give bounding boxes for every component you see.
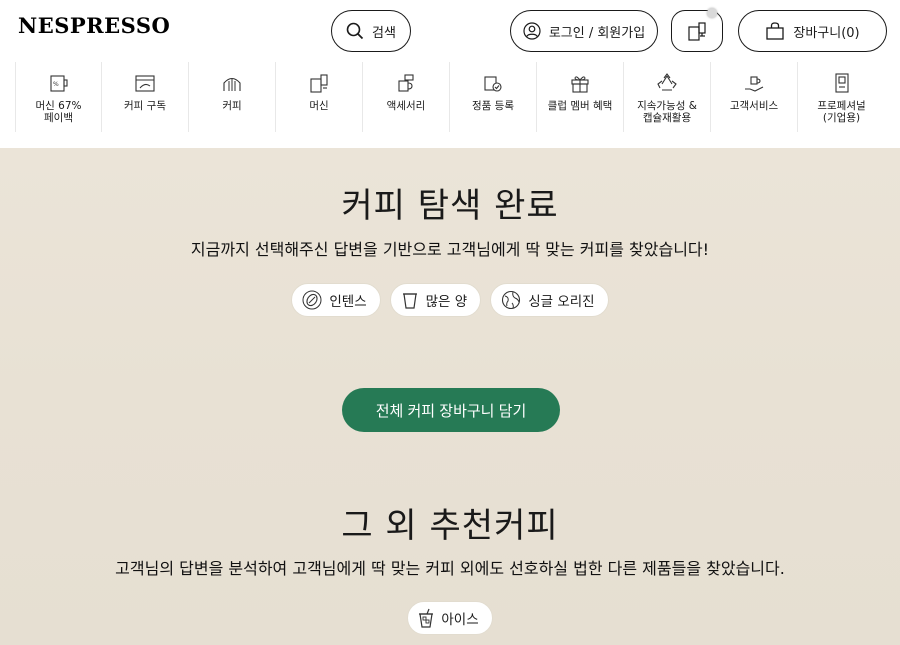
professional-icon xyxy=(834,73,849,93)
add-all-coffee-to-cart-button[interactable]: 전체 커피 장바구니 담기 xyxy=(342,388,560,432)
nav-label: 클럽 멤버 혜택 xyxy=(547,100,613,112)
gift-icon xyxy=(571,76,589,93)
other-recommendations-title: 그 외 추천커피 xyxy=(341,506,559,546)
coffee-bean-icon xyxy=(302,290,322,310)
site-header: NESPRESSO 검색 로그인 / 회원가입 장바구니(0) xyxy=(0,0,900,62)
accessories-icon xyxy=(398,74,414,92)
tag-label: 아이스 xyxy=(441,612,479,628)
tag-label: 싱글 오리진 xyxy=(528,294,595,310)
result-subtitle: 지금까지 선택해주신 답변을 기반으로 고객님에게 딱 맞는 커피를 찾았습니다… xyxy=(190,240,710,259)
other-preference-tags: 아이스 xyxy=(0,601,900,635)
search-button[interactable]: 검색 xyxy=(331,10,411,52)
nav-item-machine[interactable]: 머신 xyxy=(276,62,363,132)
svg-text:%: % xyxy=(53,81,59,88)
nav-label: 고객서비스 xyxy=(729,100,779,112)
nav-item-coffee[interactable]: 커피 xyxy=(189,62,276,132)
main-navigation: % 머신 67% 페이백 커피 구독 커피 머신 액세서리 정품 등록 클럽 멤… xyxy=(0,62,900,148)
notification-dot xyxy=(707,8,717,18)
calendar-coffee-icon xyxy=(135,75,155,92)
machine-percent-icon: % xyxy=(49,75,68,92)
nav-item-sustainability[interactable]: 지속가능성 & 캡슐재활용 xyxy=(624,62,711,132)
tag-label: 인텐스 xyxy=(329,294,367,310)
search-icon xyxy=(346,22,364,40)
nav-label: 지속가능성 & 캡슐재활용 xyxy=(637,100,697,124)
tag-single-origin[interactable]: 싱글 오리진 xyxy=(490,283,609,317)
cart-button[interactable]: 장바구니(0) xyxy=(738,10,887,52)
register-machine-icon xyxy=(484,76,502,92)
nav-label: 프로페셔널 (기업용) xyxy=(817,100,866,124)
nav-label: 머신 xyxy=(309,100,329,112)
login-label: 로그인 / 회원가입 xyxy=(548,25,646,41)
nav-item-accessories[interactable]: 액세서리 xyxy=(363,62,450,132)
coffee-result-section: 커피 탐색 완료 지금까지 선택해주신 답변을 기반으로 고객님에게 딱 맞는 … xyxy=(0,148,900,645)
recycle-icon xyxy=(657,73,677,91)
nav-item-coffee-subscription[interactable]: 커피 구독 xyxy=(102,62,189,132)
tag-large-volume[interactable]: 많은 양 xyxy=(389,283,482,317)
nav-item-customer-service[interactable]: 고객서비스 xyxy=(711,62,798,132)
nav-label: 커피 xyxy=(222,100,242,112)
cart-label: 장바구니(0) xyxy=(793,25,860,41)
logo-text: NESPRESSO xyxy=(18,13,171,38)
globe-icon xyxy=(502,290,521,310)
search-label: 검색 xyxy=(372,25,396,41)
nav-item-professional[interactable]: 프로페셔널 (기업용) xyxy=(798,62,885,132)
shopping-bag-icon xyxy=(766,22,785,40)
tag-iced[interactable]: 아이스 xyxy=(407,601,493,635)
nespresso-logo[interactable]: NESPRESSO xyxy=(18,13,170,38)
nav-item-machine-payback[interactable]: % 머신 67% 페이백 xyxy=(15,62,102,132)
nav-label: 커피 구독 xyxy=(124,100,166,112)
coffee-machine-icon xyxy=(688,22,706,41)
customer-service-icon xyxy=(745,76,764,92)
login-button[interactable]: 로그인 / 회원가입 xyxy=(510,10,658,52)
other-recommendations-subtitle: 고객님의 답변을 분석하여 고객님에게 딱 맞는 커피 외에도 선호하실 법한 … xyxy=(115,559,785,578)
nav-item-club-benefits[interactable]: 클럽 멤버 혜택 xyxy=(537,62,624,132)
tag-intense[interactable]: 인텐스 xyxy=(291,283,381,317)
iced-drink-icon xyxy=(419,608,434,628)
nav-label: 액세서리 xyxy=(386,100,426,112)
preference-tags: 인텐스 많은 양 싱글 오리진 xyxy=(0,283,900,317)
result-title: 커피 탐색 완료 xyxy=(341,186,559,226)
tag-label: 많은 양 xyxy=(425,294,468,310)
coffee-capsule-icon xyxy=(223,77,241,91)
coffee-machine-icon xyxy=(310,74,328,93)
cup-icon xyxy=(402,293,417,309)
nav-item-product-registration[interactable]: 정품 등록 xyxy=(450,62,537,132)
nav-label: 머신 67% 페이백 xyxy=(35,100,82,124)
user-icon xyxy=(523,22,541,40)
nav-label: 정품 등록 xyxy=(472,100,514,112)
